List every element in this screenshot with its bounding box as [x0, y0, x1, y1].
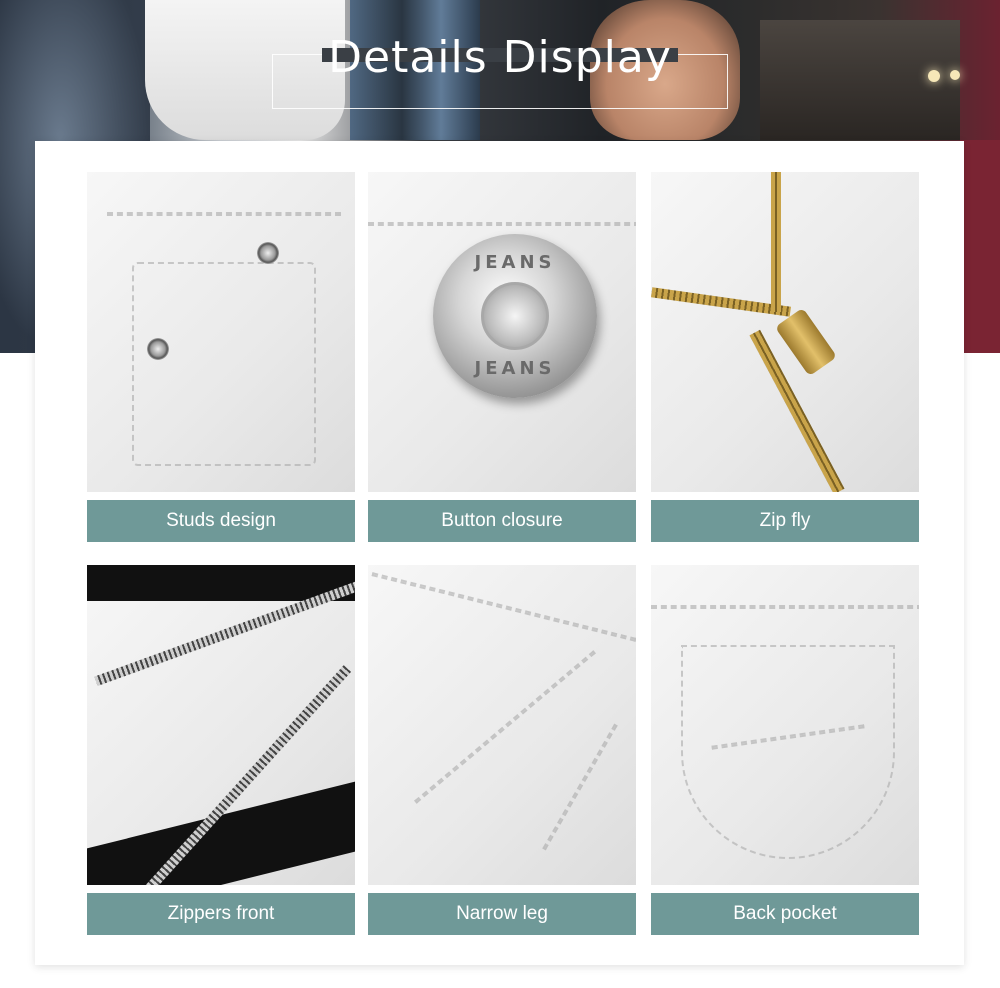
narrow-leg-photo — [368, 565, 636, 885]
stud-icon — [257, 242, 279, 264]
hero-light — [928, 70, 940, 82]
caption-narrow-leg: Narrow leg — [368, 893, 636, 935]
stitch-line — [371, 572, 636, 642]
caption-zip-fly: Zip fly — [651, 500, 919, 542]
zipper-pull-icon — [774, 307, 838, 377]
hem-stitch — [414, 650, 596, 804]
button-engraving-bottom: JEANS — [474, 358, 556, 379]
page-title: Details Display — [328, 32, 672, 83]
yoke-stitch — [651, 605, 919, 609]
stitch-line — [368, 222, 636, 226]
button-center — [481, 282, 549, 350]
details-panel: Studs design JEANS JEANS Button closure … — [35, 141, 964, 965]
zipper-teeth — [651, 287, 792, 317]
stud-icon — [147, 338, 169, 360]
button-photo: JEANS JEANS — [368, 172, 636, 492]
hero-red-accent — [960, 140, 1000, 353]
stitch-line — [107, 212, 341, 216]
zippers-front-photo — [87, 565, 355, 885]
studs-photo — [87, 172, 355, 492]
back-pocket-photo — [651, 565, 919, 885]
pocket-stitch — [132, 262, 316, 466]
hero-light — [950, 70, 960, 80]
zip-fly-photo — [651, 172, 919, 492]
pocket-stitch — [681, 645, 895, 859]
zipper-teeth — [771, 172, 781, 312]
button-engraving-top: JEANS — [474, 252, 556, 273]
jeans-button-icon: JEANS JEANS — [433, 234, 597, 398]
caption-zippers-front: Zippers front — [87, 893, 355, 935]
hem-stitch — [542, 723, 618, 851]
caption-button-closure: Button closure — [368, 500, 636, 542]
caption-back-pocket: Back pocket — [651, 893, 919, 935]
black-lining — [87, 781, 355, 885]
caption-studs-design: Studs design — [87, 500, 355, 542]
